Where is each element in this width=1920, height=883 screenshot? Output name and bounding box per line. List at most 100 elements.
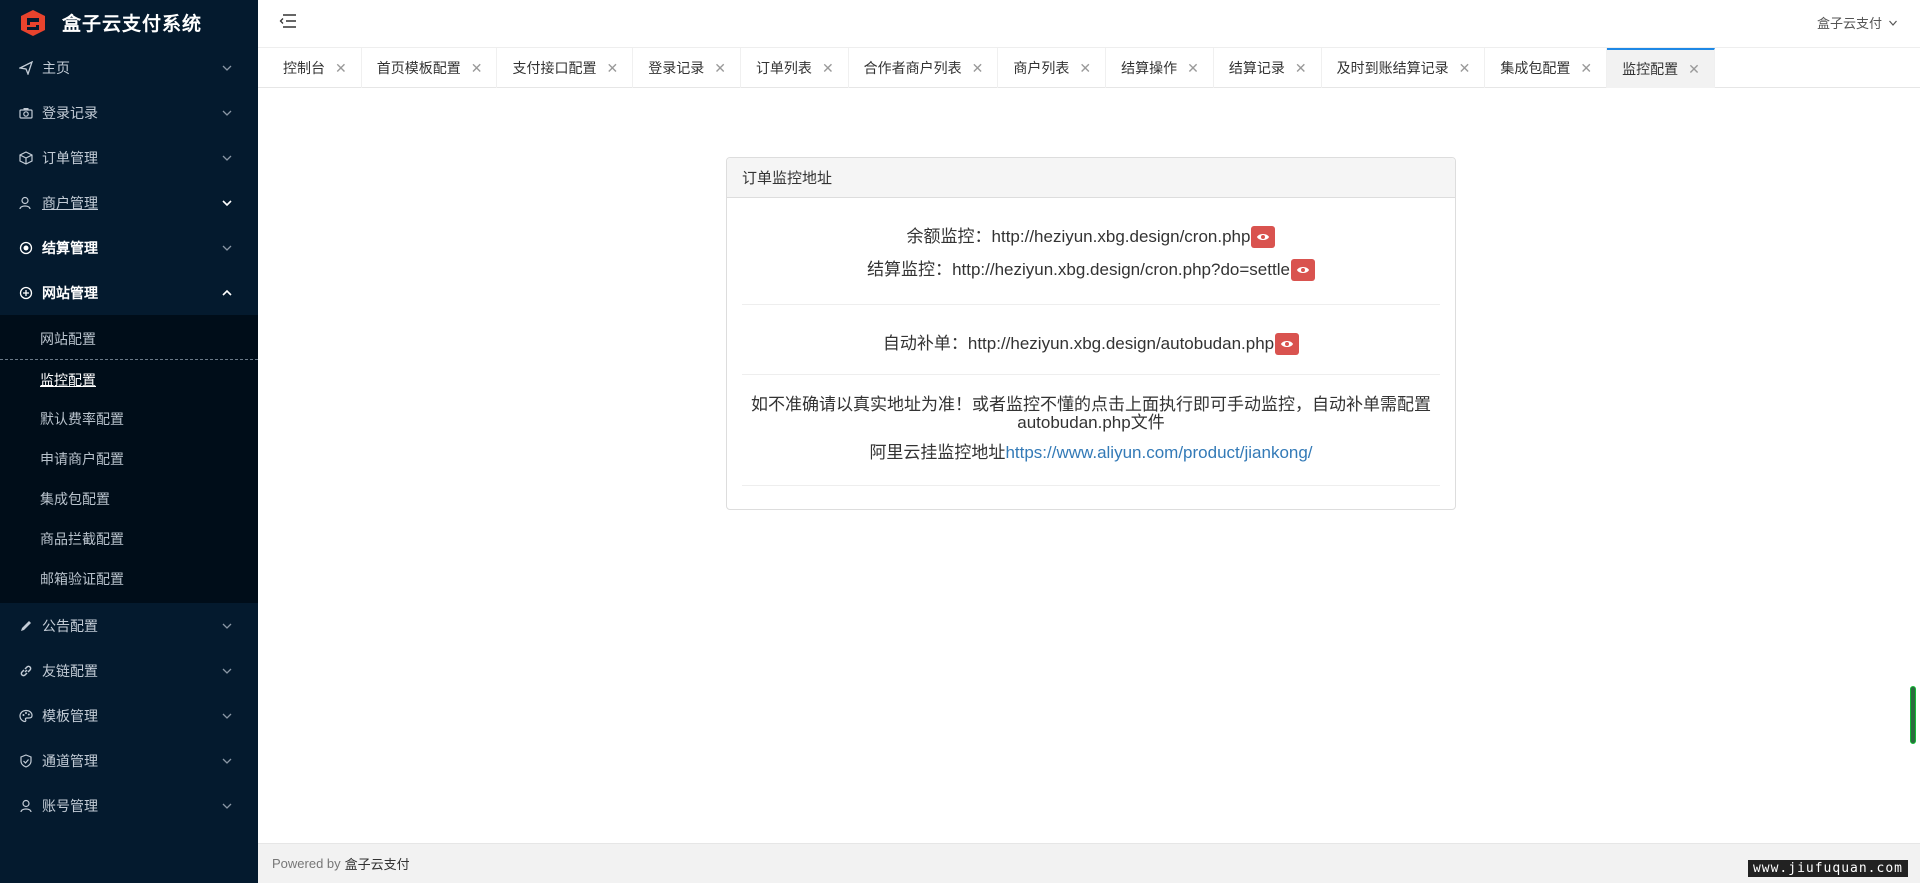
note-row: 如不准确请以真实地址为准！或者监控不懂的点击上面执行即可手动监控，自动补单需配置… [742,375,1440,486]
aliyun-link[interactable]: https://www.aliyun.com/product/jiankong/ [1005,436,1312,469]
sidebar-subitem-email-verify[interactable]: 邮箱验证配置 [0,559,258,599]
autobudan-run-button[interactable] [1275,332,1300,355]
tab-label: 合作者商户列表 [863,60,962,76]
shield-check-icon [18,753,34,769]
settle-monitor-run-button[interactable] [1290,258,1315,281]
tab-label: 集成包配置 [1500,60,1571,76]
chevron-down-icon [222,65,232,71]
radio-icon [18,240,34,256]
close-icon[interactable]: ✕ [1295,60,1307,77]
balance-monitor-run-button[interactable] [1251,225,1276,248]
eye-icon [1281,340,1294,347]
monitor-note: 如不准确请以真实地址为准！或者监控不懂的点击上面执行即可手动监控，自动补单需配置… [751,395,1431,432]
chevron-down-icon [222,110,232,116]
autobudan-url: http://heziyun.xbg.design/autobudan.php [967,334,1275,353]
tab-payment-interface[interactable]: 支付接口配置 ✕ [497,48,634,88]
tab-order-list[interactable]: 订单列表 ✕ [741,48,849,88]
sidebar-item-home[interactable]: 主页 [0,45,258,90]
close-icon[interactable]: ✕ [1187,60,1199,77]
user-name: 盒子云支付 [1816,16,1882,31]
sidebar-subitem-monitor-config[interactable]: 监控配置 [0,359,258,399]
sidebar-item-label: 结算管理 [42,239,98,256]
app-title: 盒子云支付系统 [62,14,203,35]
sidebar-item-templates[interactable]: 模板管理 [0,693,258,738]
tab-label: 登录记录 [648,60,705,76]
pencil-icon [18,618,34,634]
chevron-down-icon [222,155,232,161]
panel-body: 余额监控： http://heziyun.xbg.design/cron.php… [727,198,1455,486]
chevron-down-icon [222,758,232,764]
sidebar-item-label: 主页 [42,59,70,76]
tab-label: 支付接口配置 [512,60,597,76]
menu-toggle-icon[interactable] [278,12,298,30]
sidebar-item-label: 通道管理 [42,752,98,769]
sidebar-item-login-records[interactable]: 登录记录 [0,90,258,135]
tab-console[interactable]: 控制台 ✕ [268,48,362,88]
sidebar-item-label: 网站管理 [42,284,98,301]
chevron-down-icon [222,713,232,719]
sidebar-item-label: 模板管理 [42,707,98,724]
close-icon[interactable]: ✕ [714,60,726,77]
user-menu[interactable]: 盒子云支付 [1817,13,1898,32]
sidebar-subitem-site-config[interactable]: 网站配置 [0,319,258,359]
chevron-down-icon [1889,20,1897,26]
chevron-down-icon [222,199,232,206]
balance-monitor-label: 余额监控： [906,227,992,246]
autobudan-line: 自动补单： http://heziyun.xbg.design/autobuda… [742,327,1440,360]
logo-icon [21,9,45,36]
tab-label: 结算记录 [1228,60,1285,76]
tab-instant-settle-records[interactable]: 及时到账结算记录 ✕ [1322,48,1486,88]
sidebar-item-label: 账号管理 [42,797,98,814]
sidebar-item-friend-links[interactable]: 友链配置 [0,648,258,693]
close-icon[interactable]: ✕ [822,60,834,77]
logo[interactable]: 盒子云支付系统 [0,0,258,45]
sidebar-subitem-default-rate[interactable]: 默认费率配置 [0,399,258,439]
sidebar-subitem-goods-block[interactable]: 商品拦截配置 [0,519,258,559]
send-icon [18,60,34,76]
tab-label: 首页模板配置 [376,60,461,76]
sidebar-item-label: 订单管理 [42,149,98,166]
sidebar-item-settlement[interactable]: 结算管理 [0,225,258,270]
sidebar-item-orders[interactable]: 订单管理 [0,135,258,180]
aliyun-line: 阿里云挂监控地址 https://www.aliyun.com/product/… [742,436,1440,469]
close-icon[interactable]: ✕ [972,60,984,77]
chevron-down-icon [222,803,232,809]
tab-merchant-list[interactable]: 商户列表 ✕ [998,48,1107,88]
plus-circle-icon [18,285,34,301]
close-icon[interactable]: ✕ [606,60,618,77]
close-icon[interactable]: ✕ [335,60,347,77]
tab-settle-records[interactable]: 结算记录 ✕ [1214,48,1322,88]
close-icon[interactable]: ✕ [1580,60,1592,77]
eye-icon [1296,266,1309,273]
footer-brand: 盒子云支付 [344,857,410,872]
tab-monitor-config[interactable]: 监控配置 ✕ [1607,48,1715,88]
sidebar-item-announcement[interactable]: 公告配置 [0,603,258,648]
sidebar-subitem-package-config[interactable]: 集成包配置 [0,479,258,519]
tab-bar: 控制台 ✕ 首页模板配置 ✕ 支付接口配置 ✕ 登录记录 ✕ 订单列表 ✕ 合作者商户列表… [258,48,1920,88]
tab-settle-operation[interactable]: 结算操作 ✕ [1106,48,1214,88]
sidebar-item-accounts[interactable]: 账号管理 [0,783,258,828]
close-icon[interactable]: ✕ [1079,60,1091,77]
panel-title: 订单监控地址 [727,158,1455,198]
tab-label: 监控配置 [1622,61,1679,77]
close-icon[interactable]: ✕ [471,60,483,77]
sidebar-item-merchants[interactable]: 商户管理 [0,180,258,225]
sidebar-item-channels[interactable]: 通道管理 [0,738,258,783]
scrollbar-thumb[interactable] [1910,686,1916,744]
tab-label: 订单列表 [755,60,812,76]
eye-icon [1257,233,1270,240]
tab-package-config[interactable]: 集成包配置 ✕ [1485,48,1608,88]
user-icon [18,195,34,211]
tab-label: 控制台 [283,60,325,76]
sidebar-item-website[interactable]: 网站管理 [0,270,258,315]
close-icon[interactable]: ✕ [1459,60,1471,77]
sidebar-subitem-apply-merchant[interactable]: 申请商户配置 [0,439,258,479]
watermark: www.jiufuquan.com [1747,860,1908,877]
tab-partner-merchants[interactable]: 合作者商户列表 ✕ [849,48,999,88]
tab-login-records[interactable]: 登录记录 ✕ [633,48,741,88]
sidebar-item-label: 商户管理 [42,194,98,211]
tab-label: 及时到账结算记录 [1336,60,1449,76]
balance-monitor-url: http://heziyun.xbg.design/cron.php [991,227,1251,246]
tab-home-template[interactable]: 首页模板配置 ✕ [362,48,498,88]
close-icon[interactable]: ✕ [1688,61,1700,78]
